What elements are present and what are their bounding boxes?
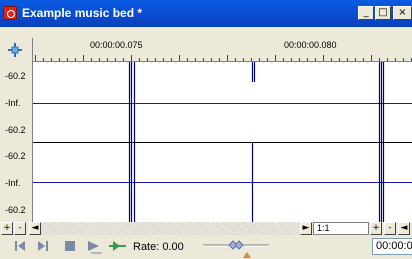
minimize-button[interactable]: _ bbox=[358, 6, 374, 20]
ruler-ticks bbox=[35, 55, 412, 61]
level-gutter: -60.2 -Inf. -60.2 -60.2 -Inf. -60.2 bbox=[0, 62, 32, 222]
go-to-start-icon[interactable] bbox=[14, 240, 26, 252]
scrollbar-track[interactable] bbox=[41, 222, 300, 235]
db-label: -60.2 bbox=[5, 71, 26, 81]
waveform-canvas[interactable] bbox=[32, 62, 412, 222]
db-label: -60.2 bbox=[5, 205, 26, 215]
go-to-end-icon[interactable] bbox=[37, 240, 49, 252]
zoom-out-vertical-button[interactable]: - bbox=[14, 222, 26, 235]
rate-slider[interactable] bbox=[203, 238, 269, 258]
zoom-ratio-field[interactable]: 1:1 bbox=[313, 222, 369, 235]
loop-play-icon[interactable] bbox=[109, 240, 127, 252]
ruler-label: 00:00:00.075 bbox=[90, 40, 143, 50]
horizontal-scroll-row: + - ◄ ► 1:1 + - ◄ bbox=[0, 222, 412, 235]
close-button[interactable]: × bbox=[393, 6, 412, 20]
snap-crosshair-icon bbox=[8, 43, 22, 57]
scroll-left-button[interactable]: ◄ bbox=[29, 222, 41, 235]
rate-pointer-icon bbox=[243, 252, 251, 258]
snap-button[interactable] bbox=[0, 38, 32, 62]
zoom-in-vertical-button[interactable]: + bbox=[1, 222, 13, 235]
title-bar[interactable]: Example music bed * _ □ × bbox=[0, 0, 412, 27]
timeline-ruler-row: 00:00:00.075 00:00:00.080 bbox=[0, 38, 412, 62]
rate-label: Rate: 0.00 bbox=[133, 241, 184, 253]
scroll-left-button[interactable]: ◄ bbox=[398, 222, 410, 235]
stop-icon[interactable] bbox=[64, 240, 76, 252]
play-icon[interactable] bbox=[87, 240, 103, 254]
waveform-panel[interactable]: -60.2 -Inf. -60.2 -60.2 -Inf. -60.2 bbox=[0, 62, 412, 222]
app-icon bbox=[3, 6, 17, 20]
zoom-out-horizontal-button[interactable]: - bbox=[384, 222, 396, 235]
transport-bar: Rate: 0.00 00:00:00 bbox=[0, 235, 412, 259]
timeline-ruler[interactable]: 00:00:00.075 00:00:00.080 bbox=[32, 38, 412, 62]
db-label: -60.2 bbox=[5, 125, 26, 135]
waveform-graphic bbox=[33, 62, 412, 222]
db-label: -Inf. bbox=[5, 98, 21, 108]
ruler-label: 00:00:00.080 bbox=[284, 40, 337, 50]
zoom-in-horizontal-button[interactable]: + bbox=[370, 222, 382, 235]
db-label: -60.2 bbox=[5, 151, 26, 161]
time-field[interactable]: 00:00:00 bbox=[372, 238, 412, 255]
scroll-right-button[interactable]: ► bbox=[300, 222, 312, 235]
maximize-button[interactable]: □ bbox=[375, 6, 391, 20]
db-label: -Inf. bbox=[5, 178, 21, 188]
window-title: Example music bed * bbox=[22, 6, 143, 20]
